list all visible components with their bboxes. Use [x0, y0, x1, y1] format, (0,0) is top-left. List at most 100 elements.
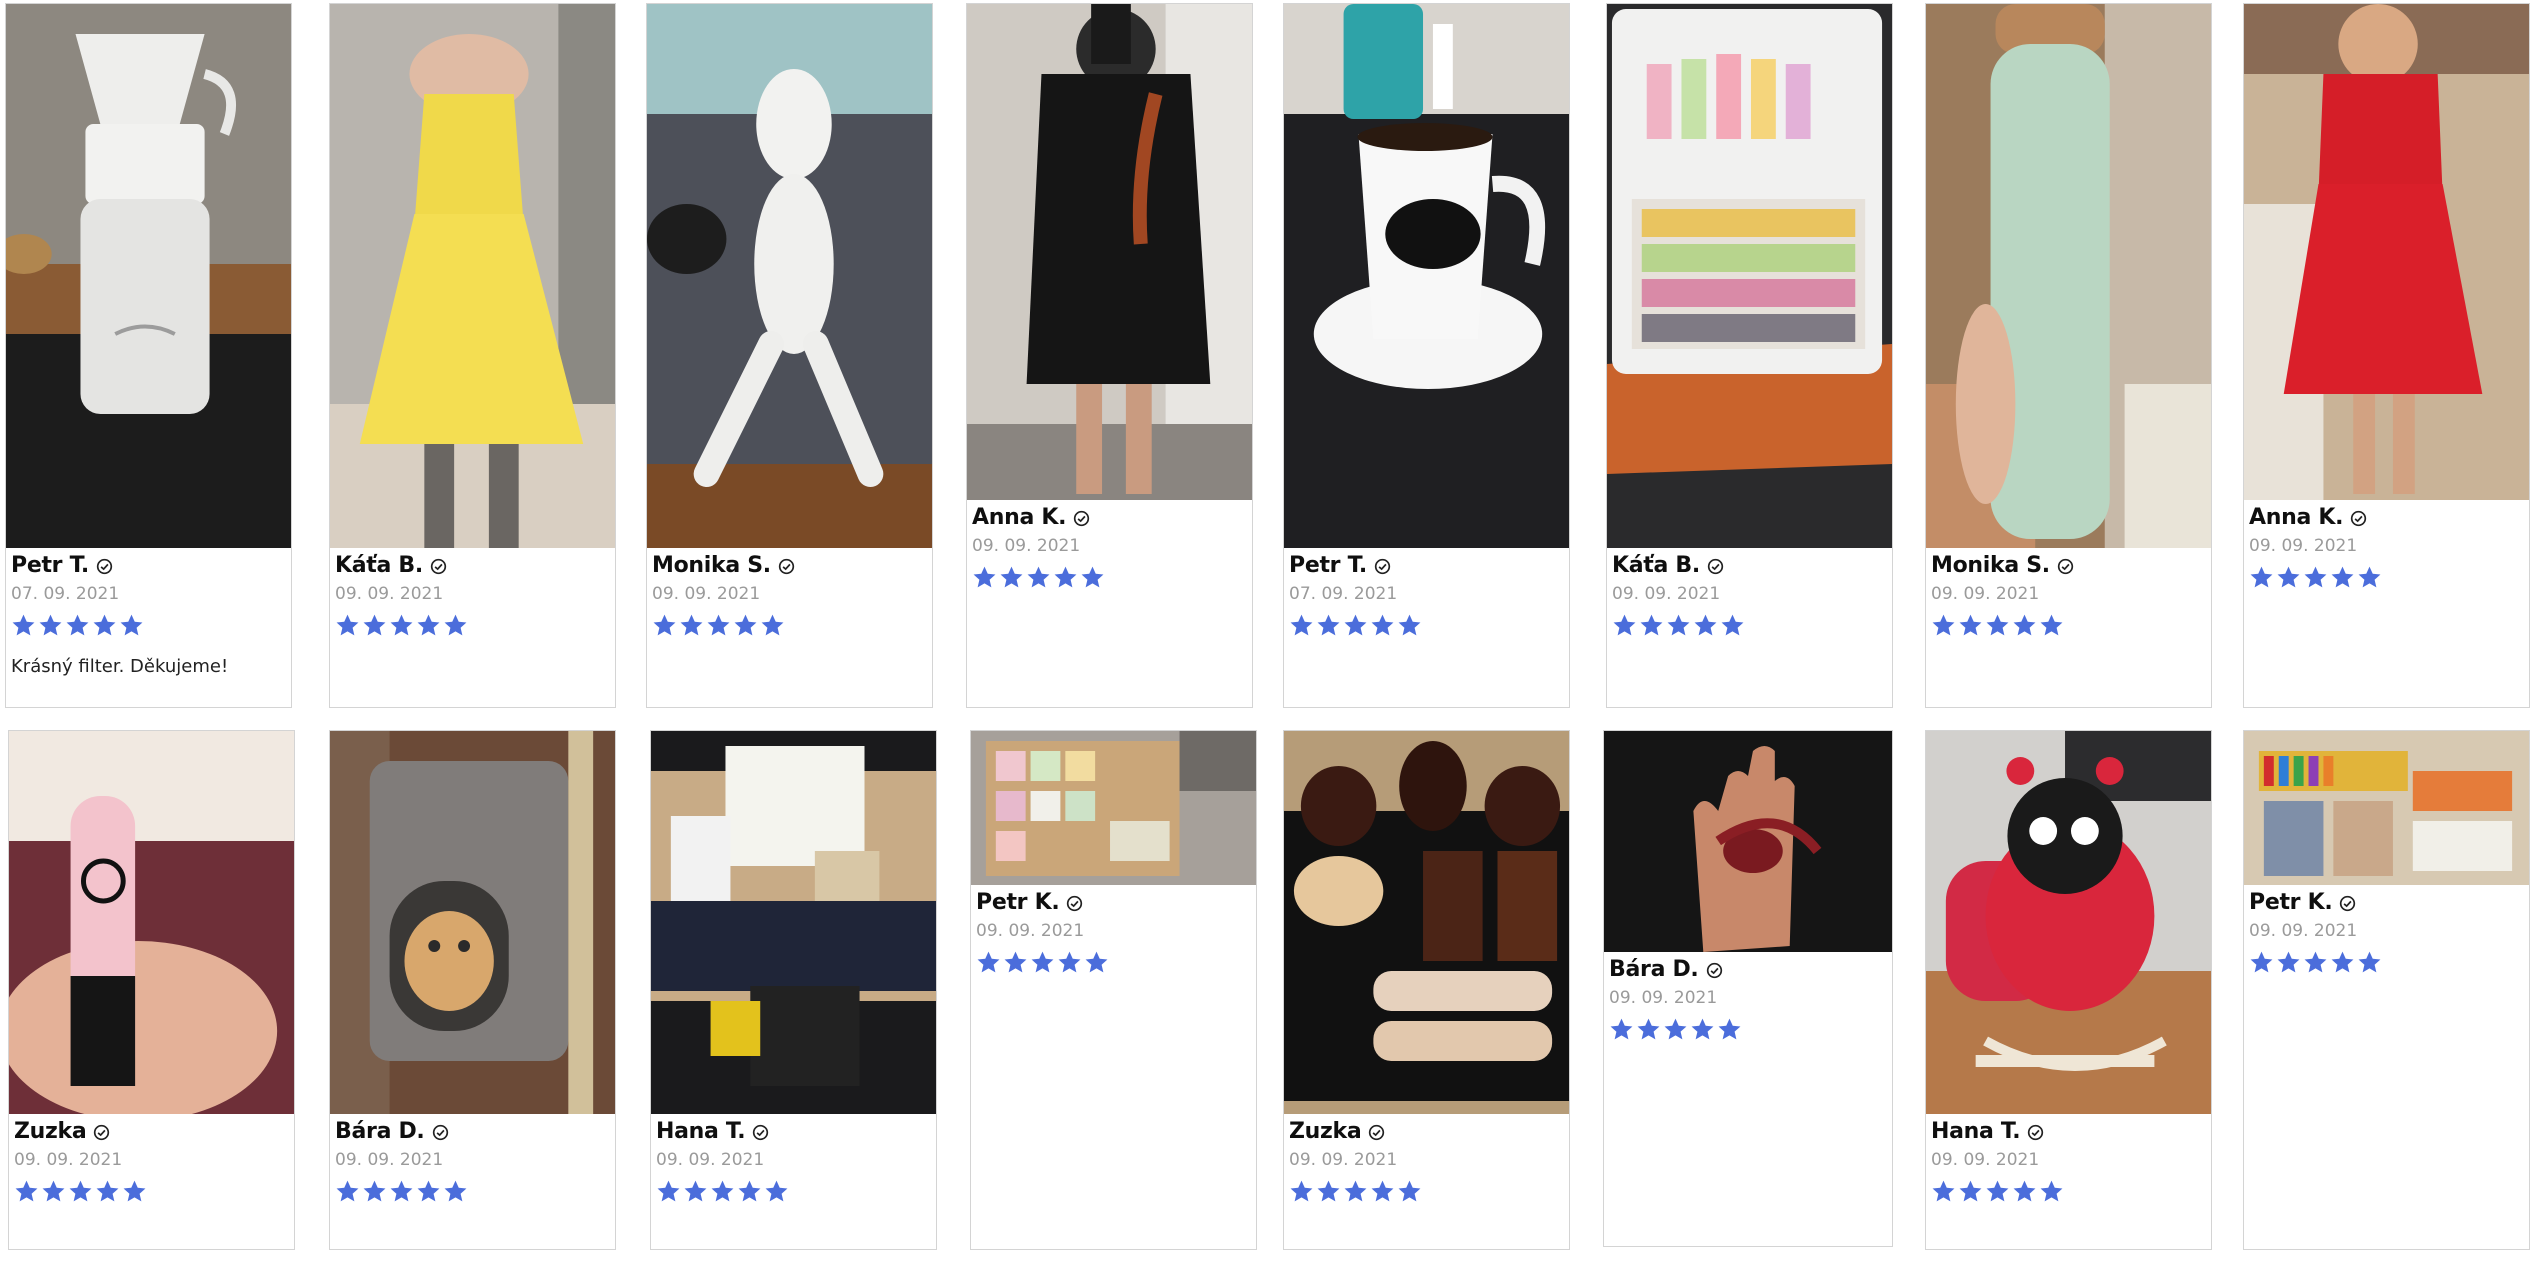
- star-icon: [1344, 1180, 1367, 1201]
- star-icon: [2250, 566, 2273, 587]
- review-photo[interactable]: [1604, 731, 1892, 952]
- review-card[interactable]: Petr T. 07. 09. 2021: [1283, 3, 1570, 708]
- rating-stars: [335, 610, 610, 640]
- verified-check-icon: [1074, 510, 1090, 527]
- star-icon: [761, 614, 784, 635]
- review-card[interactable]: Anna K. 09. 09. 2021: [2243, 3, 2530, 708]
- review-comment: Krásný filter. Děkujeme!: [11, 656, 229, 677]
- star-icon: [336, 614, 359, 635]
- star-icon: [123, 1180, 146, 1201]
- reviewer-name: Hana T.: [1931, 1118, 2021, 1144]
- review-photo[interactable]: [971, 731, 1256, 885]
- star-icon: [973, 566, 996, 587]
- star-icon: [1637, 1018, 1660, 1039]
- review-card[interactable]: Hana T. 09. 09. 2021: [650, 730, 937, 1250]
- verified-check-icon: [1706, 962, 1722, 979]
- star-icon: [1054, 566, 1077, 587]
- reviewer-name: Monika S.: [1931, 552, 2050, 578]
- review-card[interactable]: Petr K. 09. 09. 2021: [970, 730, 1257, 1250]
- star-icon: [93, 614, 116, 635]
- star-icon: [96, 1180, 119, 1201]
- review-date: 09. 09. 2021: [976, 921, 1085, 941]
- review-photo[interactable]: [6, 4, 291, 548]
- review-card[interactable]: Monika S. 09. 09. 2021: [1925, 3, 2212, 708]
- star-icon: [417, 614, 440, 635]
- verified-check-icon: [778, 558, 795, 575]
- review-date: 07. 09. 2021: [11, 584, 120, 604]
- review-date: 09. 09. 2021: [14, 1150, 123, 1170]
- rating-stars: [972, 562, 1247, 592]
- reviewer-name: Zuzka: [1289, 1118, 1362, 1144]
- star-icon: [1640, 614, 1663, 635]
- star-icon: [417, 1180, 440, 1201]
- star-icon: [711, 1180, 734, 1201]
- review-card[interactable]: Anna K. 09. 09. 2021: [966, 3, 1253, 708]
- review-date: 09. 09. 2021: [1931, 584, 2040, 604]
- review-card[interactable]: Petr T. 07. 09. 2021 Krásný filter. Děku…: [5, 3, 292, 708]
- verified-check-icon: [1369, 1124, 1385, 1141]
- star-icon: [765, 1180, 788, 1201]
- star-icon: [1290, 614, 1313, 635]
- star-icon: [1664, 1018, 1687, 1039]
- review-card[interactable]: Bára D. 09. 09. 2021: [329, 730, 616, 1250]
- review-card[interactable]: Monika S. 09. 09. 2021: [646, 3, 933, 708]
- reviewer-name: Anna K.: [972, 504, 1067, 530]
- review-photo[interactable]: [2244, 4, 2529, 500]
- verified-check-icon: [2340, 895, 2356, 912]
- review-photo[interactable]: [330, 4, 615, 548]
- reviewer-name: Petr T.: [1289, 552, 1367, 578]
- star-icon: [2013, 1180, 2036, 1201]
- review-card[interactable]: Káťa B. 09. 09. 2021: [329, 3, 616, 708]
- review-date: 07. 09. 2021: [1289, 584, 1398, 604]
- review-photo[interactable]: [651, 731, 936, 1114]
- star-icon: [2040, 1180, 2063, 1201]
- star-icon: [2277, 951, 2300, 972]
- verified-check-icon: [753, 1124, 769, 1141]
- star-icon: [684, 1180, 707, 1201]
- review-card[interactable]: Hana T. 09. 09. 2021: [1925, 730, 2212, 1250]
- review-photo[interactable]: [9, 731, 294, 1114]
- reviewer-name: Petr T.: [11, 552, 89, 578]
- star-icon: [444, 614, 467, 635]
- review-photo[interactable]: [967, 4, 1252, 500]
- verified-check-icon: [1374, 558, 1391, 575]
- star-icon: [336, 1180, 359, 1201]
- star-icon: [1290, 1180, 1313, 1201]
- star-icon: [12, 614, 35, 635]
- review-card[interactable]: Bára D. 09. 09. 2021: [1603, 730, 1893, 1247]
- star-icon: [1031, 951, 1054, 972]
- reviewer-name: Káťa B.: [335, 552, 423, 578]
- star-icon: [1691, 1018, 1714, 1039]
- star-icon: [2304, 951, 2327, 972]
- review-card[interactable]: Zuzka 09. 09. 2021: [1283, 730, 1570, 1250]
- verified-check-icon: [2351, 510, 2367, 527]
- review-photo[interactable]: [330, 731, 615, 1114]
- star-icon: [42, 1180, 65, 1201]
- verified-check-icon: [430, 558, 447, 575]
- review-photo[interactable]: [2244, 731, 2529, 885]
- review-photo[interactable]: [1284, 731, 1569, 1114]
- review-photo[interactable]: [1607, 4, 1892, 548]
- star-icon: [2331, 951, 2354, 972]
- star-icon: [1371, 1180, 1394, 1201]
- review-photo[interactable]: [1926, 731, 2211, 1114]
- review-card[interactable]: Zuzka 09. 09. 2021: [8, 730, 295, 1250]
- reviewer-name: Petr K.: [976, 889, 1060, 915]
- reviewer-name: Zuzka: [14, 1118, 87, 1144]
- review-card[interactable]: Káťa B. 09. 09. 2021: [1606, 3, 1893, 708]
- review-date: 09. 09. 2021: [972, 536, 1081, 556]
- star-icon: [363, 1180, 386, 1201]
- star-icon: [1398, 1180, 1421, 1201]
- review-card[interactable]: Petr K. 09. 09. 2021: [2243, 730, 2530, 1250]
- review-date: 09. 09. 2021: [1609, 988, 1718, 1008]
- verified-check-icon: [2057, 558, 2074, 575]
- review-photo[interactable]: [647, 4, 932, 548]
- star-icon: [1371, 614, 1394, 635]
- review-photo[interactable]: [1284, 4, 1569, 548]
- review-photo[interactable]: [1926, 4, 2211, 548]
- rating-stars: [976, 947, 1251, 977]
- star-icon: [1613, 614, 1636, 635]
- star-icon: [1986, 1180, 2009, 1201]
- star-icon: [653, 614, 676, 635]
- star-icon: [1718, 1018, 1741, 1039]
